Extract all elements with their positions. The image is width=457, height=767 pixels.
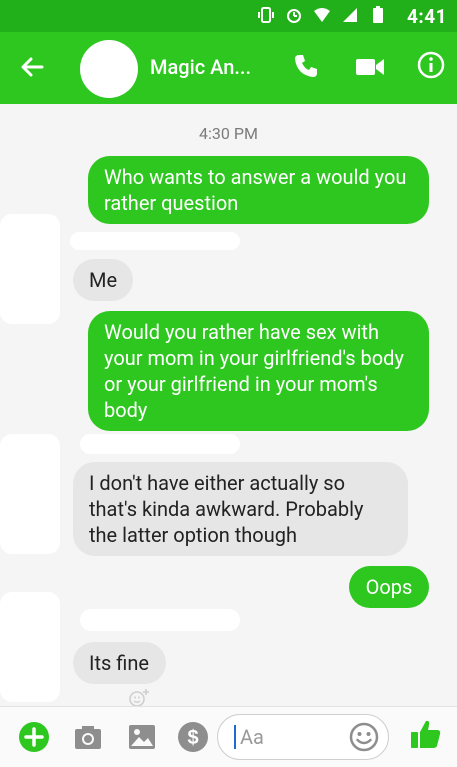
battery-icon — [373, 6, 383, 23]
redacted-area — [80, 434, 240, 454]
emoji-icon[interactable] — [348, 721, 380, 753]
message-bubble-outgoing[interactable]: Would you rather have sex with your mom … — [88, 311, 429, 431]
gallery-icon[interactable] — [126, 721, 158, 753]
status-icons — [257, 6, 387, 24]
status-bar: 4:41 — [0, 0, 457, 32]
dollar-icon[interactable]: $ — [177, 721, 209, 753]
redacted-area — [0, 434, 60, 554]
alarm-icon — [287, 9, 301, 23]
conversation-header: Magic An... — [0, 32, 457, 104]
plus-icon[interactable] — [18, 721, 50, 753]
message-input-placeholder: Aa — [240, 725, 264, 749]
redacted-area — [80, 609, 240, 631]
redacted-area — [70, 232, 240, 250]
camera-icon[interactable] — [72, 721, 104, 753]
conversation-title[interactable]: Magic An... — [150, 55, 251, 79]
message-bubble-incoming[interactable]: I don't have either actually so that's k… — [73, 462, 408, 556]
message-bubble-outgoing[interactable]: Who wants to answer a would you rather q… — [88, 156, 429, 224]
video-camera-icon[interactable] — [355, 56, 385, 78]
signal-icon — [343, 8, 357, 22]
back-arrow-icon[interactable] — [18, 53, 46, 81]
redacted-area — [0, 214, 60, 324]
vibrate-icon — [258, 7, 274, 23]
phone-icon[interactable] — [292, 52, 320, 80]
message-input[interactable]: Aa — [217, 714, 389, 760]
message-bubble-outgoing[interactable]: Oops — [349, 566, 429, 608]
message-bubble-incoming[interactable]: Its fine — [73, 642, 166, 684]
message-list[interactable]: 4:30 PM Who wants to answer a would you … — [0, 104, 457, 707]
contact-avatar[interactable] — [80, 40, 138, 98]
info-icon[interactable] — [417, 51, 445, 79]
wifi-icon — [314, 8, 330, 22]
message-bubble-incoming[interactable]: Me — [73, 259, 133, 301]
svg-text:$: $ — [187, 727, 198, 749]
status-time: 4:41 — [406, 5, 447, 28]
message-composer: $ Aa — [0, 706, 457, 767]
redacted-area — [0, 592, 60, 702]
message-timestamp: 4:30 PM — [199, 124, 258, 143]
text-caret — [234, 725, 236, 749]
thumbs-up-icon[interactable] — [409, 717, 443, 751]
